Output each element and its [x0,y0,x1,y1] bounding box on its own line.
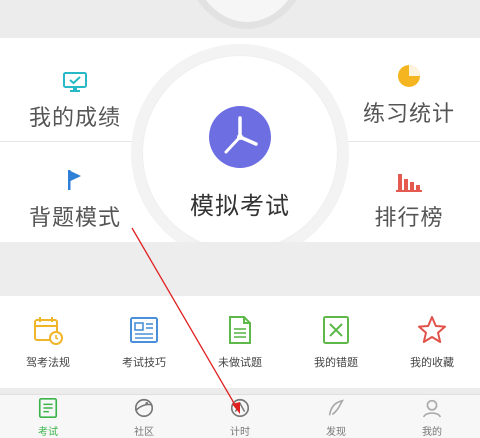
tab-label: 考试 [38,427,58,438]
bar-chart-icon [396,174,422,192]
discover-icon [328,399,345,416]
tab-exam[interactable]: 考试 [0,395,96,438]
undone-questions-button[interactable]: 未做试题 [192,296,288,388]
main-panel: 我的成绩 练习统计 背题模式 排行榜 模拟考试 [0,38,480,262]
bottom-tab-bar: 考试 社区 计时 发现 我的 [0,394,480,438]
tab-label: 计时 [230,427,250,438]
tab-discover[interactable]: 发现 [288,395,384,438]
flag-icon [68,170,81,190]
memorize-mode-button[interactable]: 背题模式 [0,166,150,232]
tool-label: 考试技巧 [122,356,166,369]
my-mistakes-button[interactable]: 我的错题 [288,296,384,388]
practice-stats-label: 练习统计 [362,102,455,127]
pie-chart-icon [398,65,420,87]
ranking-label: 排行榜 [374,206,444,231]
file-icon [229,316,251,344]
driving-rules-button[interactable]: 驾考法规 [0,296,96,388]
my-favorites-button[interactable]: 我的收藏 [384,296,480,388]
top-strip [0,0,480,38]
tab-timer[interactable]: 计时 [192,395,288,438]
planet-icon [134,398,154,418]
ranking-button[interactable]: 排行榜 [334,166,480,232]
star-icon [418,316,446,343]
tab-community[interactable]: 社区 [96,395,192,438]
tool-label: 驾考法规 [26,356,70,369]
tab-label: 社区 [134,427,154,438]
tab-label: 我的 [422,427,442,438]
compass-icon [230,398,250,418]
monitor-check-icon [63,72,87,92]
practice-stats-button[interactable]: 练习统计 [334,62,480,128]
tool-row: 驾考法规 考试技巧 未做试题 我的错题 我的收藏 [0,296,480,388]
clock-icon [209,106,271,168]
memorize-mode-label: 背题模式 [28,206,121,231]
exam-list-icon [38,398,58,418]
tool-label: 未做试题 [218,356,262,369]
top-arc-decoration [181,0,313,29]
exam-tips-button[interactable]: 考试技巧 [96,296,192,388]
my-scores-label: 我的成绩 [28,106,121,131]
document-icon [130,317,158,343]
tool-label: 我的收藏 [410,356,454,369]
section-gap [0,242,480,296]
tab-label: 发现 [326,427,346,438]
tool-label: 我的错题 [314,356,358,369]
calendar-icon [34,317,63,345]
mock-exam-label: 模拟考试 [190,192,290,220]
my-scores-button[interactable]: 我的成绩 [0,66,150,132]
profile-icon [422,399,442,418]
tab-mine[interactable]: 我的 [384,395,480,438]
wrong-icon [323,316,349,344]
